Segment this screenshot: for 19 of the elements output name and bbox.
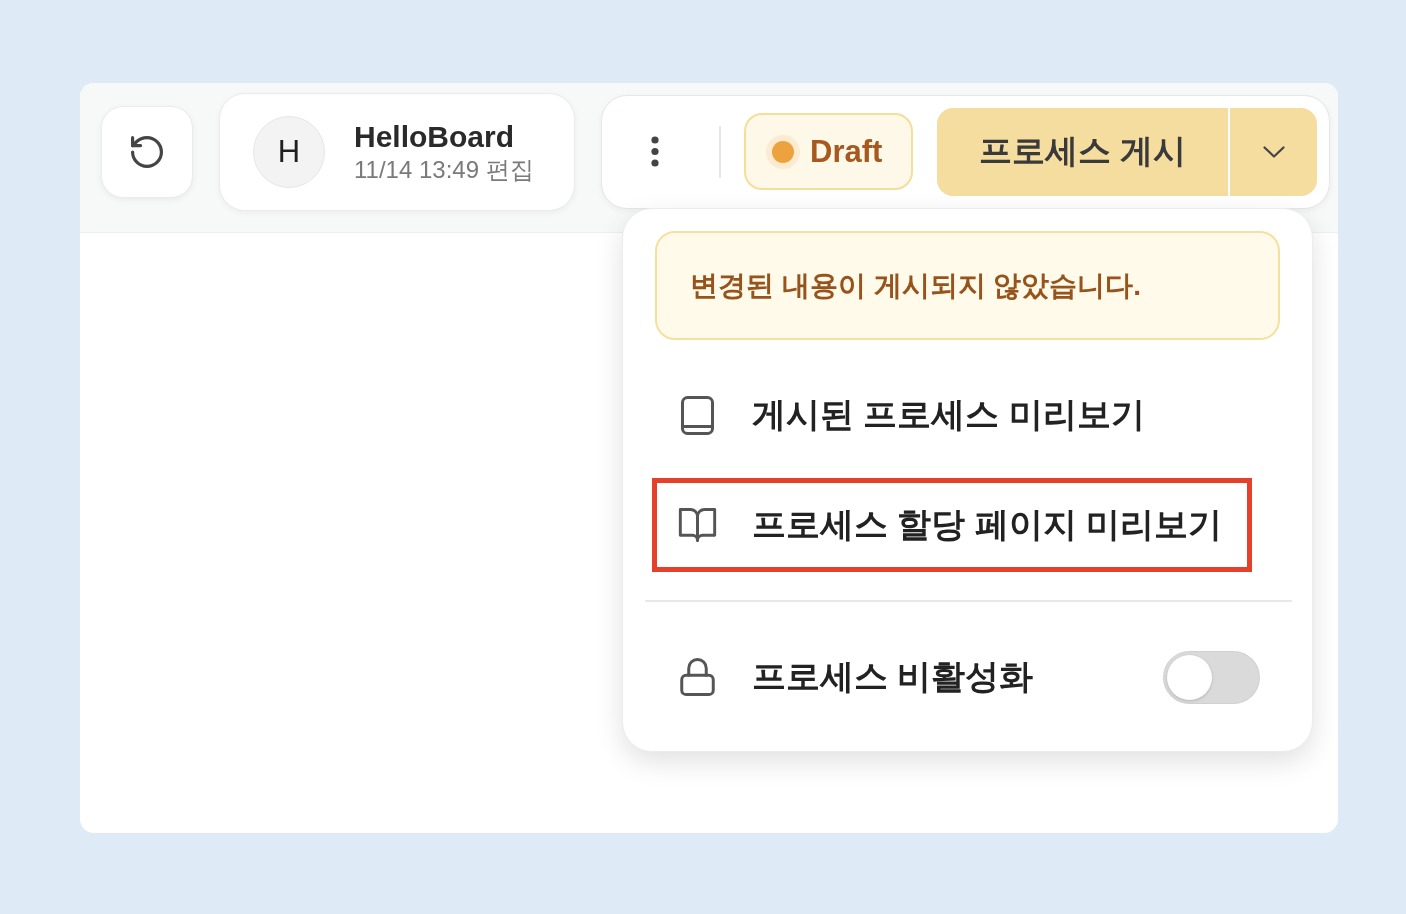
status-dot-icon (766, 134, 800, 169)
document-title: HelloBoard (354, 118, 516, 155)
edited-time: 11/14 13:49 편집 (354, 154, 534, 185)
chevron-down-icon (1262, 145, 1285, 158)
circular-arrow-icon (131, 135, 163, 168)
toggle-switch[interactable] (1163, 650, 1260, 704)
open-book-icon (677, 508, 717, 542)
menu-item[interactable]: 프로세스 할당 페이지 미리보기 (652, 478, 1252, 572)
vertical-dots-icon (651, 136, 659, 167)
status-label: Draft (810, 133, 883, 170)
toggle-label: 프로세스 비활성화 (752, 656, 1034, 697)
book-icon (680, 395, 714, 435)
publish-button[interactable]: 프로세스 게시 (937, 107, 1228, 196)
menu-item[interactable]: 게시된 프로세스 미리보기 (652, 368, 1252, 462)
warning-message: 변경된 내용이 게시되지 않았습니다. (655, 231, 1280, 340)
avatar: H (253, 115, 325, 188)
undo-button[interactable] (101, 105, 193, 198)
dropdown-toggle-button[interactable] (1230, 107, 1317, 196)
lock-icon (679, 658, 715, 696)
